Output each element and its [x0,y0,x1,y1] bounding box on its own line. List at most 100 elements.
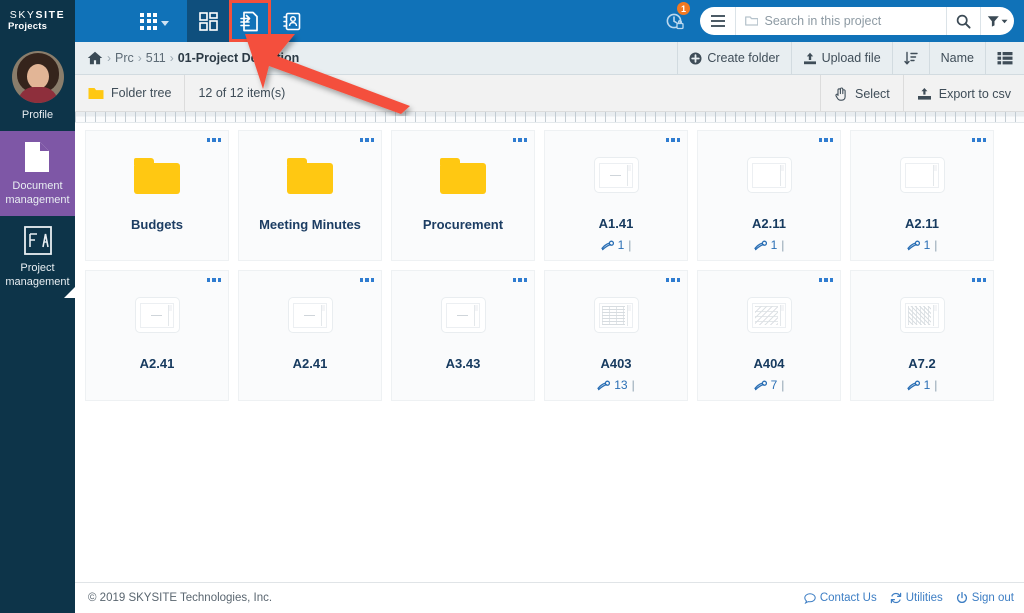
breadcrumb-separator-3: › [169,51,174,65]
home-icon[interactable] [87,51,103,65]
document-thumbnail [899,297,945,333]
sidebar-item-document-management[interactable]: Document management [0,131,75,216]
tile-options-button[interactable] [971,138,986,142]
tile-label: A403 [600,356,632,371]
create-folder-button[interactable]: Create folder [677,41,790,75]
sort-order-button[interactable] [891,41,929,75]
pages-icon [753,240,767,250]
tile-options-button[interactable] [818,278,833,282]
file-tile[interactable]: A404 7 | [697,270,841,401]
tile-label: A2.41 [292,356,328,371]
tile-label: Budgets [131,217,183,232]
tile-options-button[interactable] [512,138,527,142]
upload-file-label: Upload file [821,51,881,65]
folder-icon [88,87,104,99]
tile-options-button[interactable] [359,138,374,142]
sort-field-button[interactable]: Name [928,41,985,75]
folder-tile[interactable]: Budgets [85,130,229,261]
contact-us-link[interactable]: Contact Us [804,592,877,604]
file-tile[interactable]: A403 13 | [544,270,688,401]
sidebar-active-corner-marker [64,287,75,298]
breadcrumb-item-prc[interactable]: Prc [115,51,134,65]
top-nav-icons [187,0,313,42]
file-tile[interactable]: A7.2 1 | [850,270,994,401]
logo-text-primary: SKY [9,9,36,21]
utilities-link[interactable]: Utilities [890,592,943,604]
tile-options-button[interactable] [359,278,374,282]
select-button[interactable]: Select [820,75,903,112]
file-tile[interactable]: A2.41 [238,270,382,401]
apps-grid-button[interactable] [140,12,169,30]
app-logo[interactable]: SKYSITE Projects [0,0,75,42]
tile-options-button[interactable] [206,278,221,282]
breadcrumb-item-current[interactable]: 01-Project Definition [178,51,300,65]
tile-options-button[interactable] [665,138,680,142]
view-mode-button[interactable] [985,41,1024,75]
search-submit-button[interactable] [946,7,980,35]
breadcrumb-item-511[interactable]: 511 [146,51,166,65]
history-button[interactable]: 1 [658,0,692,42]
page-count-value: 7 [770,378,778,392]
document-thumbnail [746,157,792,193]
folder-icon [745,16,759,26]
sidebar-item-project-management[interactable]: Project management [0,216,75,298]
contact-us-label: Contact Us [819,592,877,604]
document-thumbnail [440,297,486,333]
file-tile[interactable]: A2.41 [85,270,229,401]
nav-dashboard-button[interactable] [187,0,229,42]
tile-label: A2.11 [752,216,786,231]
sidebar: Profile Document management Project mana… [0,42,75,613]
apps-grid-icon [140,12,157,30]
folder-tile[interactable]: Meeting Minutes [238,130,382,261]
file-tile[interactable]: A2.11 1 | [850,130,994,261]
tile-options-button[interactable] [818,138,833,142]
file-tile[interactable]: A2.11 1 | [697,130,841,261]
folder-tile[interactable]: Procurement [391,130,535,261]
folder-tree-button[interactable]: Folder tree [75,75,184,112]
copyright-text: © 2019 SKYSITE Technologies, Inc. [88,592,273,604]
refresh-icon [890,592,901,604]
tile-label: A404 [753,356,785,371]
tile-label: A2.11 [905,216,939,231]
sort-field-label: Name [940,51,974,65]
chevron-down-icon [1001,19,1008,23]
tile-options-button[interactable] [971,278,986,282]
nav-document-management-button[interactable] [229,0,271,42]
tile-options-button[interactable] [665,278,680,282]
power-icon [956,592,967,603]
search-input[interactable] [764,14,938,28]
breadcrumb: › Prc › 511 › 01-Project Definition [75,51,299,65]
sidebar-item-profile[interactable]: Profile [0,42,75,131]
items-grid: Budgets Meeting Minutes Procurement A1.4… [75,123,1024,563]
breadcrumb-bar: › Prc › 511 › 01-Project Definition Crea… [75,41,1024,75]
tile-options-button[interactable] [512,278,527,282]
top-bar: SKYSITE Projects 1 Search in this projec… [0,0,1024,42]
export-csv-button[interactable]: Export to csv [902,75,1024,112]
sign-out-label: Sign out [971,592,1014,604]
document-thumbnail [593,157,639,193]
tile-options-button[interactable] [206,138,221,142]
items-grid-row: A2.41 A2.41 A3.43 A403 13 | A404 7 | A7.… [85,270,1024,401]
document-thumbnail [287,297,333,333]
tile-page-count: 13 | [597,378,635,392]
sign-out-link[interactable]: Sign out [956,592,1014,604]
pages-icon [906,380,920,390]
document-thumbnail [134,297,180,333]
pages-icon [600,240,614,250]
page-count-value: 1 [770,238,778,252]
nav-contacts-button[interactable] [271,0,313,42]
file-tile[interactable]: A1.41 1 | [544,130,688,261]
upload-file-button[interactable]: Upload file [790,41,892,75]
document-management-icon [240,11,258,31]
blueprint-icon [23,226,52,255]
create-folder-label: Create folder [707,51,780,65]
search-menu-button[interactable] [700,7,736,35]
document-thumbnail [593,297,639,333]
filter-icon [987,16,999,27]
file-tile[interactable]: A3.43 [391,270,535,401]
breadcrumb-separator-1: › [107,51,111,65]
tile-page-count: 1 | [753,238,784,252]
document-icon [25,142,49,172]
sort-icon [903,51,918,65]
search-filter-button[interactable] [980,7,1014,35]
